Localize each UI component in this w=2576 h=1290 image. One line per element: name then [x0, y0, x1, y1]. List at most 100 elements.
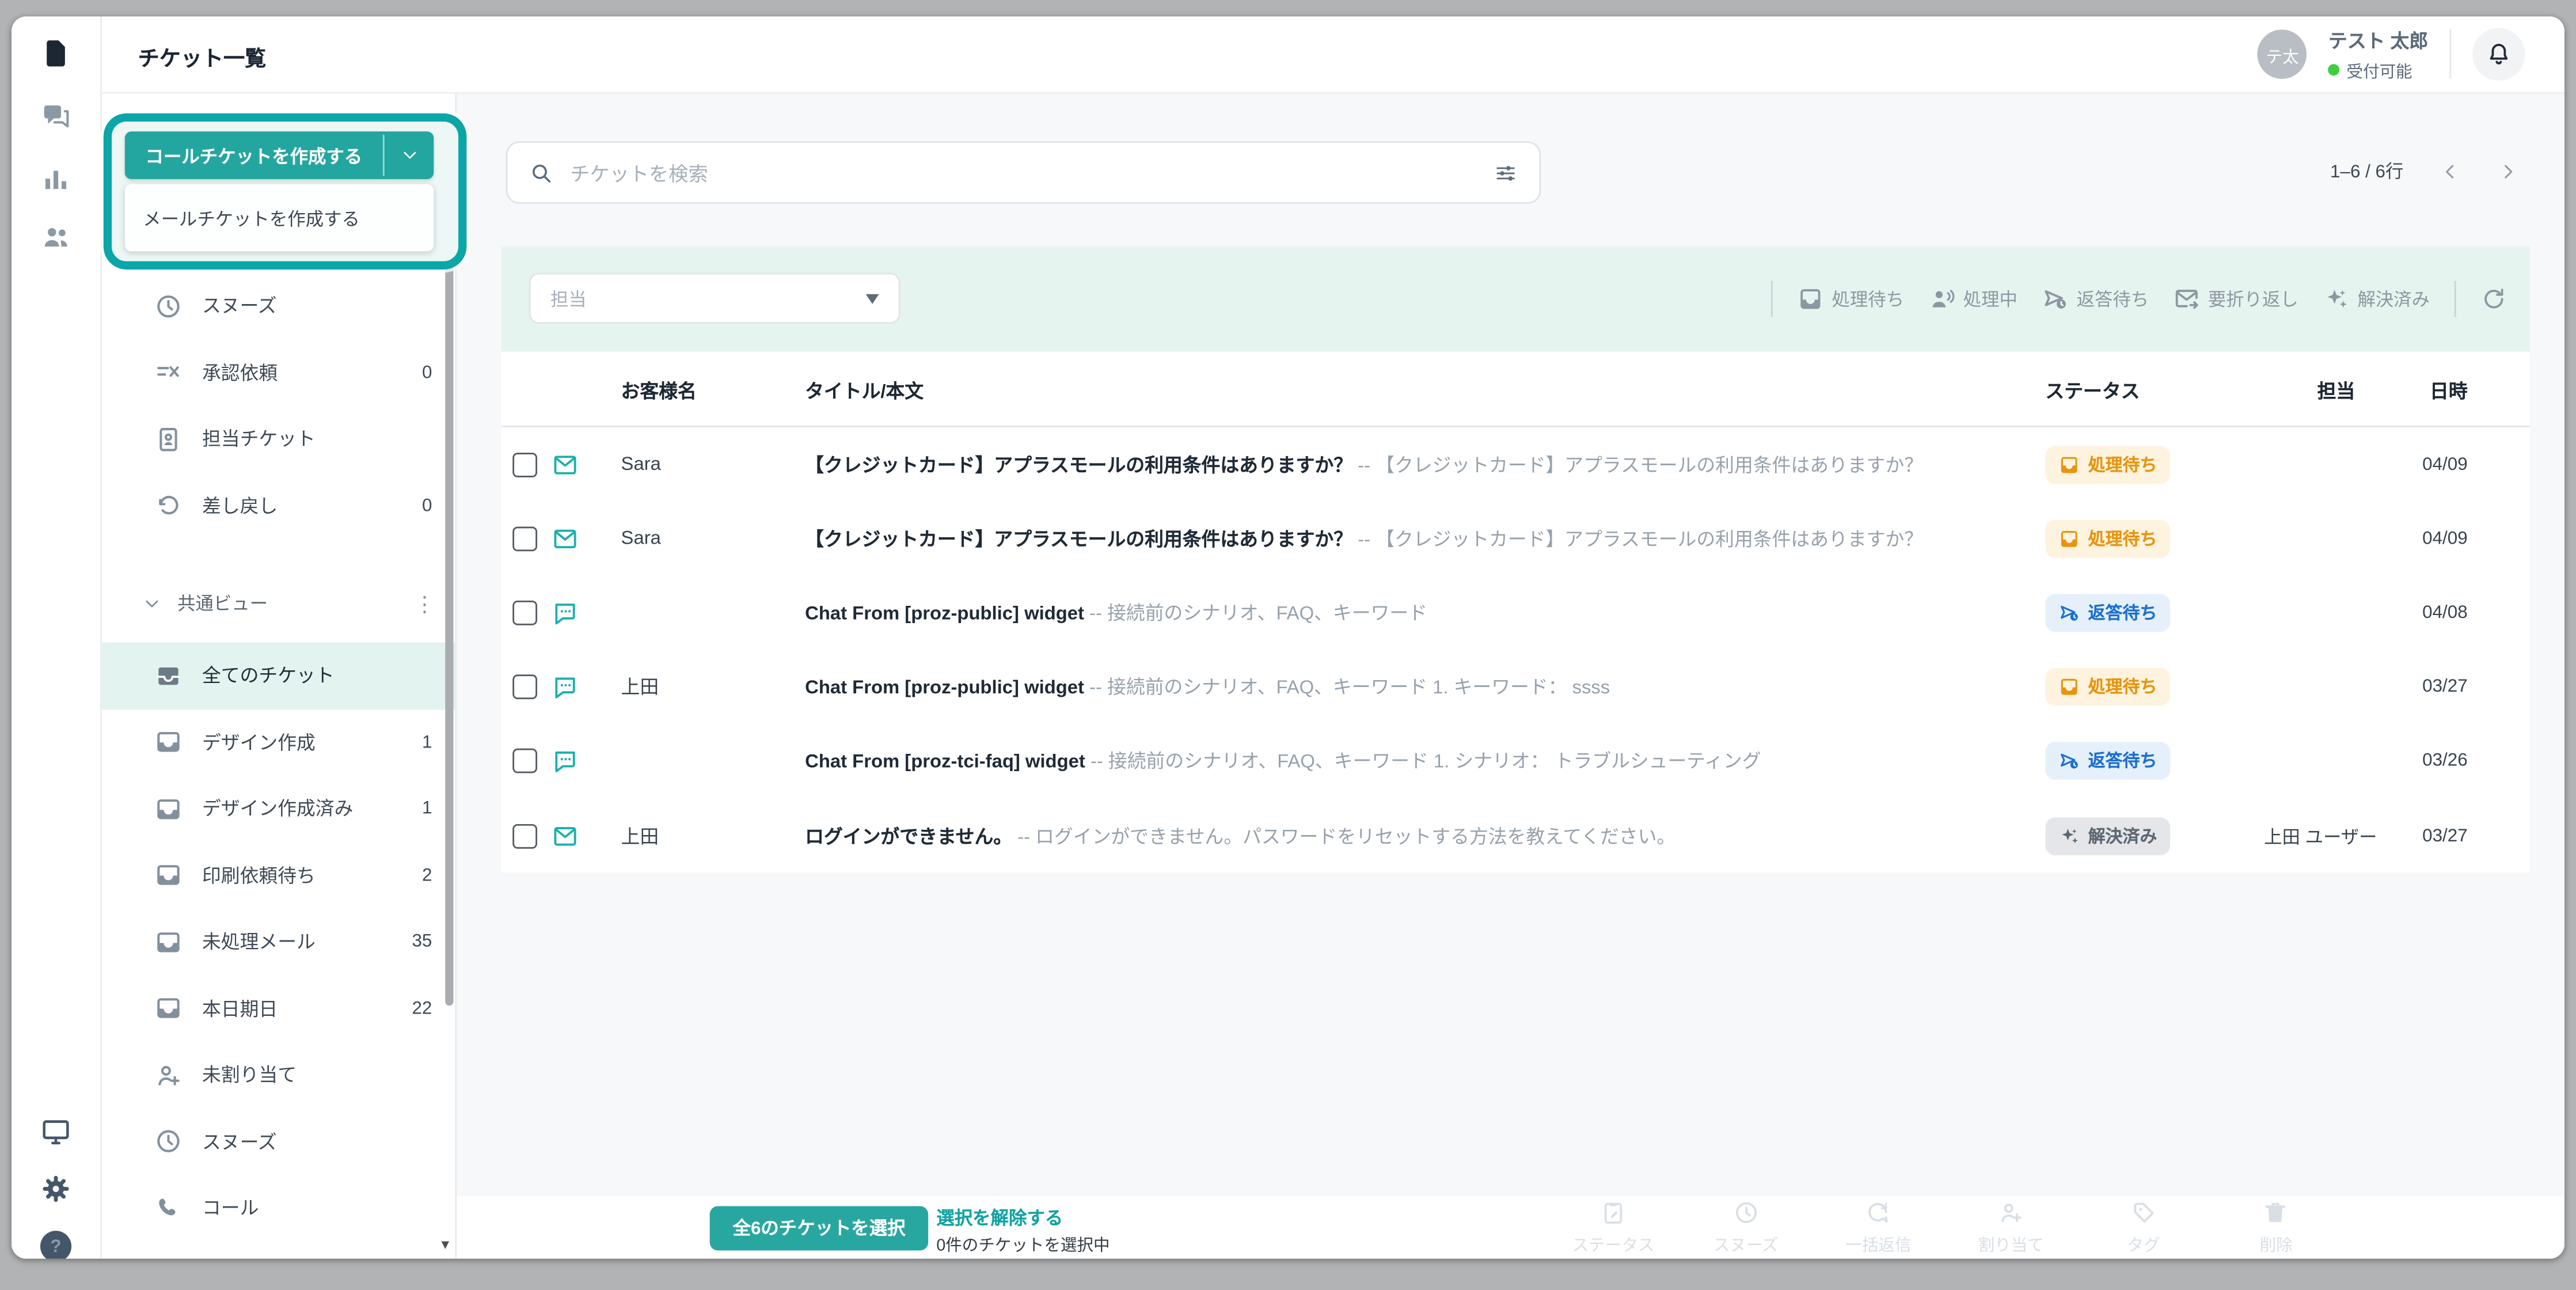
row-checkbox[interactable] [512, 600, 538, 625]
row-checkbox[interactable] [512, 526, 538, 551]
sidebar-item-label: デザイン作成済み [202, 800, 354, 821]
sidebar-item[interactable]: スヌーズ [100, 1109, 455, 1175]
assignee-select[interactable]: 担当 [529, 272, 901, 324]
bulk-action-button[interactable]: 割り当て [1975, 1200, 2047, 1255]
sidebar-item-count: 1 [421, 799, 432, 819]
mail-icon [552, 451, 579, 478]
status-cell: 処理待ち [2045, 445, 2171, 484]
annotation-callout: コールチケットを作成する メールチケットを作成する [103, 113, 467, 270]
chevron-left-icon[interactable] [2440, 160, 2461, 181]
select-all-button[interactable]: 全6のチケットを選択 [709, 1205, 929, 1250]
filter-sliders-icon[interactable] [1494, 160, 1518, 185]
sidebar-item[interactable]: デザイン作成 1 [100, 709, 455, 776]
ticket-row[interactable]: Chat From [proz-tci-faq] widget -- 接続前のシ… [501, 724, 2530, 799]
status-filter-button[interactable]: 要折り返し [2174, 286, 2298, 312]
inbox-icon [154, 729, 183, 757]
bulk-action-button[interactable]: スヌーズ [1709, 1200, 1782, 1255]
ticket-row[interactable]: Sara 【クレジットカード】アプラスモールの利用条件はありますか？ -- 【クレ… [501, 502, 2530, 576]
status-icon [2058, 454, 2080, 475]
sidebar-item-count: 2 [421, 865, 432, 886]
status-badge: 処理待ち [2045, 519, 2171, 558]
chevron-down-icon [143, 594, 161, 612]
sidebar-item-label: スヌーズ [202, 298, 277, 318]
bulk-action-button[interactable]: タグ [2107, 1200, 2180, 1255]
sidebar-item[interactable]: 印刷依頼待ち 2 [100, 842, 455, 909]
status-label: 処理待ち [2088, 678, 2157, 698]
sidebar-item[interactable]: 全てのチケット [100, 642, 455, 709]
tray-icon [1798, 286, 1824, 312]
sidebar-item[interactable]: 未処理メール 35 [100, 909, 455, 976]
selection-info: 0件のチケットを選択中 [936, 1237, 1110, 1255]
column-header-customer: お客様名 [621, 382, 697, 403]
mail-arrow-icon [2174, 286, 2200, 312]
create-call-ticket-button[interactable]: コールチケットを作成する [125, 131, 383, 179]
ticket-title: Chat From [proz-public] widget -- 接続前のシナ… [805, 678, 1610, 699]
status-badge: 処理待ち [2045, 445, 2171, 484]
ticket-row[interactable]: Sara 【クレジットカード】アプラスモールの利用条件はありますか？ -- 【クレ… [501, 427, 2530, 502]
split-chevron-button[interactable] [385, 131, 434, 179]
gear-icon[interactable] [40, 1173, 71, 1204]
row-checkbox[interactable] [512, 674, 538, 700]
monitor-icon[interactable] [40, 1116, 71, 1147]
sidebar-scroll-down-icon[interactable]: ▼ [439, 1238, 452, 1253]
people-icon[interactable] [40, 222, 71, 253]
user-status-label: 受付可能 [2346, 63, 2412, 82]
sidebar-item[interactable]: 未割り当て [100, 1042, 455, 1109]
row-checkbox[interactable] [512, 749, 538, 774]
user-info[interactable]: テスト 太郎 受付可能 [2328, 27, 2428, 81]
sidebar-personal-list: スヌーズ承認依頼 0 担当チケット差し戻し 0 [100, 273, 455, 539]
search-icon [529, 160, 554, 185]
chat-icon[interactable] [40, 100, 71, 131]
row-checkbox[interactable] [512, 451, 538, 477]
refresh-icon[interactable] [2481, 286, 2507, 312]
status-cell: 返答待ち [2045, 742, 2171, 780]
notifications-button[interactable] [2472, 28, 2525, 81]
sidebar-item[interactable]: スヌーズ [100, 273, 455, 340]
clock-icon [1732, 1200, 1759, 1226]
sidebar-item-label: スヌーズ [202, 1133, 277, 1154]
bulk-action-button[interactable]: ステータス [1572, 1200, 1654, 1255]
tickets-file-icon[interactable] [40, 38, 71, 69]
status-cell: 処理待ち [2045, 519, 2171, 558]
customer-name: 上田 [621, 678, 659, 699]
clear-selection-link[interactable]: 選択を解除する [936, 1204, 1063, 1231]
sidebar-item[interactable]: 担当チケット [100, 406, 455, 473]
ticket-row[interactable]: Chat From [proz-public] widget -- 接続前のシナ… [501, 576, 2530, 650]
sidebar-item-label: 承認依頼 [202, 364, 278, 384]
sidebar-section-common-views[interactable]: 共通ビュー ⋮ [100, 578, 455, 628]
column-header-title: タイトル/本文 [805, 382, 924, 403]
sidebar-item-label: 担当チケット [202, 431, 316, 451]
status-filter-button[interactable]: 処理中 [1929, 286, 2018, 312]
help-icon[interactable]: ? [40, 1231, 72, 1259]
inbox-icon [154, 795, 183, 823]
chat-bubble-icon [552, 600, 579, 626]
section-label: 共通ビュー [177, 594, 268, 615]
bar-chart-icon[interactable] [40, 164, 71, 195]
status-filter-button[interactable]: 処理待ち [1798, 286, 1904, 312]
kebab-menu-icon[interactable]: ⋮ [414, 593, 435, 614]
ticket-title: Chat From [proz-public] widget -- 接続前のシナ… [805, 604, 1427, 625]
inbox-icon [154, 995, 183, 1023]
status-filter-button[interactable]: 返答待ち [2042, 286, 2149, 312]
search-input[interactable]: チケットを検索 [506, 141, 1541, 204]
customer-name: Sara [621, 454, 661, 475]
sidebar-item[interactable]: デザイン作成済み 1 [100, 776, 455, 843]
ticket-row[interactable]: 上田 ログインができません。 -- ログインができません。パスワードをリセットする… [501, 799, 2530, 873]
status-filter-button[interactable]: 解決済み [2323, 286, 2430, 312]
bulk-action-label: スヌーズ [1713, 1237, 1779, 1255]
bulk-action-button[interactable]: 削除 [2240, 1200, 2312, 1255]
sidebar-item[interactable]: 本日期日 22 [100, 975, 455, 1042]
sidebar-item-label: 未処理メール [202, 934, 316, 954]
avatar[interactable]: テ太 [2258, 29, 2307, 79]
row-checkbox[interactable] [512, 823, 538, 848]
ticket-row[interactable]: 上田 Chat From [proz-public] widget -- 接続前の… [501, 650, 2530, 724]
create-mail-ticket-menu-item[interactable]: メールチケットを作成する [143, 204, 360, 231]
status-badge: 解決済み [2045, 817, 2171, 855]
sidebar-item[interactable]: 差し戻し 0 [100, 472, 455, 539]
status-label: 処理待ち [2088, 455, 2157, 475]
sidebar-scrollbar[interactable] [445, 236, 453, 1006]
sidebar-item[interactable]: コール [100, 1175, 455, 1242]
bulk-action-button[interactable]: 一括返信 [1842, 1200, 1915, 1255]
sidebar-item[interactable]: 承認依頼 0 [100, 339, 455, 406]
chevron-right-icon[interactable] [2497, 160, 2518, 181]
